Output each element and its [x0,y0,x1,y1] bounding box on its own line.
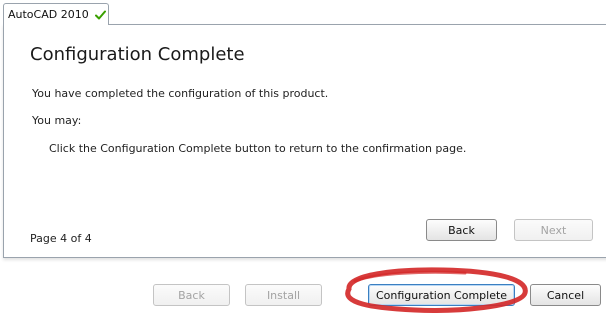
instruction-text: Click the Configuration Complete button … [49,142,467,155]
configuration-complete-button[interactable]: Configuration Complete [368,284,515,306]
page-title: Configuration Complete [30,44,245,65]
tab-autocad-2010[interactable]: AutoCAD 2010 [3,3,109,25]
completion-message: You have completed the configuration of … [32,87,329,100]
tab-label: AutoCAD 2010 [8,8,89,21]
you-may-label: You may: [32,114,82,127]
page-indicator: Page 4 of 4 [30,232,92,245]
install-button[interactable]: Install [245,284,322,306]
panel-next-button[interactable]: Next [514,219,593,241]
panel-back-button[interactable]: Back [426,219,497,241]
back-button[interactable]: Back [153,284,230,306]
checkmark-icon [94,10,106,20]
cancel-button[interactable]: Cancel [530,284,601,306]
